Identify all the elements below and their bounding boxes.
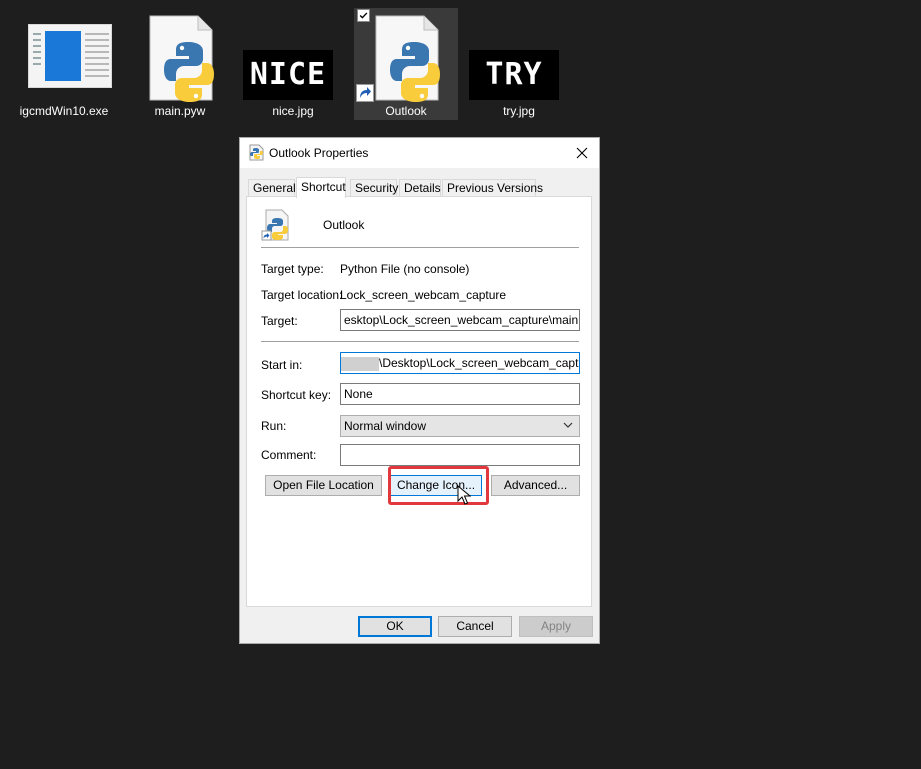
- desktop-icon-label: main.pyw: [154, 104, 206, 118]
- comment-label: Comment:: [261, 448, 317, 462]
- run-select[interactable]: Normal window: [340, 415, 580, 437]
- target-type-value: Python File (no console): [340, 262, 470, 276]
- tab-general[interactable]: General: [248, 179, 296, 196]
- target-label: Target:: [261, 314, 298, 328]
- divider: [261, 341, 579, 342]
- python-shortcut-icon: [261, 209, 289, 241]
- python-app-icon: [249, 144, 264, 161]
- target-location-label: Target location:: [261, 288, 343, 302]
- redacted-path-segment: [341, 356, 379, 371]
- python-file-icon: [149, 15, 214, 102]
- desktop-icon-label: try.jpg: [503, 104, 535, 118]
- desktop-icon-label: Outlook: [385, 104, 427, 118]
- advanced-button[interactable]: Advanced...: [491, 475, 580, 496]
- checkbox-checked-icon[interactable]: [357, 9, 370, 22]
- chevron-down-icon: [563, 422, 573, 428]
- python-shortcut-icon: [375, 15, 440, 102]
- properties-dialog: Outlook Properties General Shortcut Secu…: [239, 137, 600, 644]
- tab-details[interactable]: Details: [399, 179, 441, 196]
- start-in-field[interactable]: \Desktop\Lock_screen_webcam_capture: [340, 352, 580, 374]
- image-thumbnail-icon: TRY: [469, 50, 559, 100]
- shortcut-arrow-icon: [356, 84, 374, 102]
- start-in-value: \Desktop\Lock_screen_webcam_capture: [379, 356, 580, 370]
- desktop-icon-igcmdwin10[interactable]: igcmdWin10.exe: [12, 8, 116, 120]
- desktop-icon-try-jpg[interactable]: TRY try.jpg: [467, 8, 571, 120]
- run-label: Run:: [261, 419, 287, 433]
- mouse-cursor-icon: [457, 485, 471, 505]
- close-icon[interactable]: [571, 142, 593, 164]
- desktop-icon-label: nice.jpg: [272, 104, 314, 118]
- dialog-title: Outlook Properties: [269, 146, 369, 160]
- annotation-highlight-box: [388, 466, 489, 505]
- apply-button[interactable]: Apply: [519, 616, 593, 637]
- desktop-icon-main-pyw[interactable]: main.pyw: [128, 8, 232, 120]
- image-thumbnail-icon: NICE: [243, 50, 333, 100]
- target-field[interactable]: esktop\Lock_screen_webcam_capture\main.p…: [340, 309, 580, 331]
- start-in-label: Start in:: [261, 358, 303, 372]
- divider: [261, 247, 579, 248]
- tab-shortcut[interactable]: Shortcut: [296, 177, 346, 198]
- shortcut-name: Outlook: [323, 218, 365, 232]
- desktop-icon-outlook-shortcut[interactable]: Outlook: [354, 8, 458, 120]
- open-file-location-button[interactable]: Open File Location: [265, 475, 382, 496]
- exe-file-icon: [28, 24, 112, 88]
- ok-button[interactable]: OK: [358, 616, 432, 637]
- desktop-icon-nice-jpg[interactable]: NICE nice.jpg: [241, 8, 345, 120]
- cancel-button[interactable]: Cancel: [438, 616, 512, 637]
- dialog-titlebar[interactable]: Outlook Properties: [240, 138, 599, 168]
- tab-security[interactable]: Security: [350, 179, 398, 196]
- comment-field[interactable]: [340, 444, 580, 466]
- shortcut-key-label: Shortcut key:: [261, 388, 332, 402]
- tab-previous-versions[interactable]: Previous Versions: [442, 179, 543, 196]
- desktop-icon-label: igcmdWin10.exe: [19, 104, 109, 118]
- run-select-value: Normal window: [344, 419, 427, 433]
- shortcut-key-field[interactable]: None: [340, 383, 580, 405]
- shortcut-tab-panel: Outlook Target type: Python File (no con…: [246, 196, 592, 607]
- target-type-label: Target type:: [261, 262, 324, 276]
- target-location-value: Lock_screen_webcam_capture: [340, 288, 507, 302]
